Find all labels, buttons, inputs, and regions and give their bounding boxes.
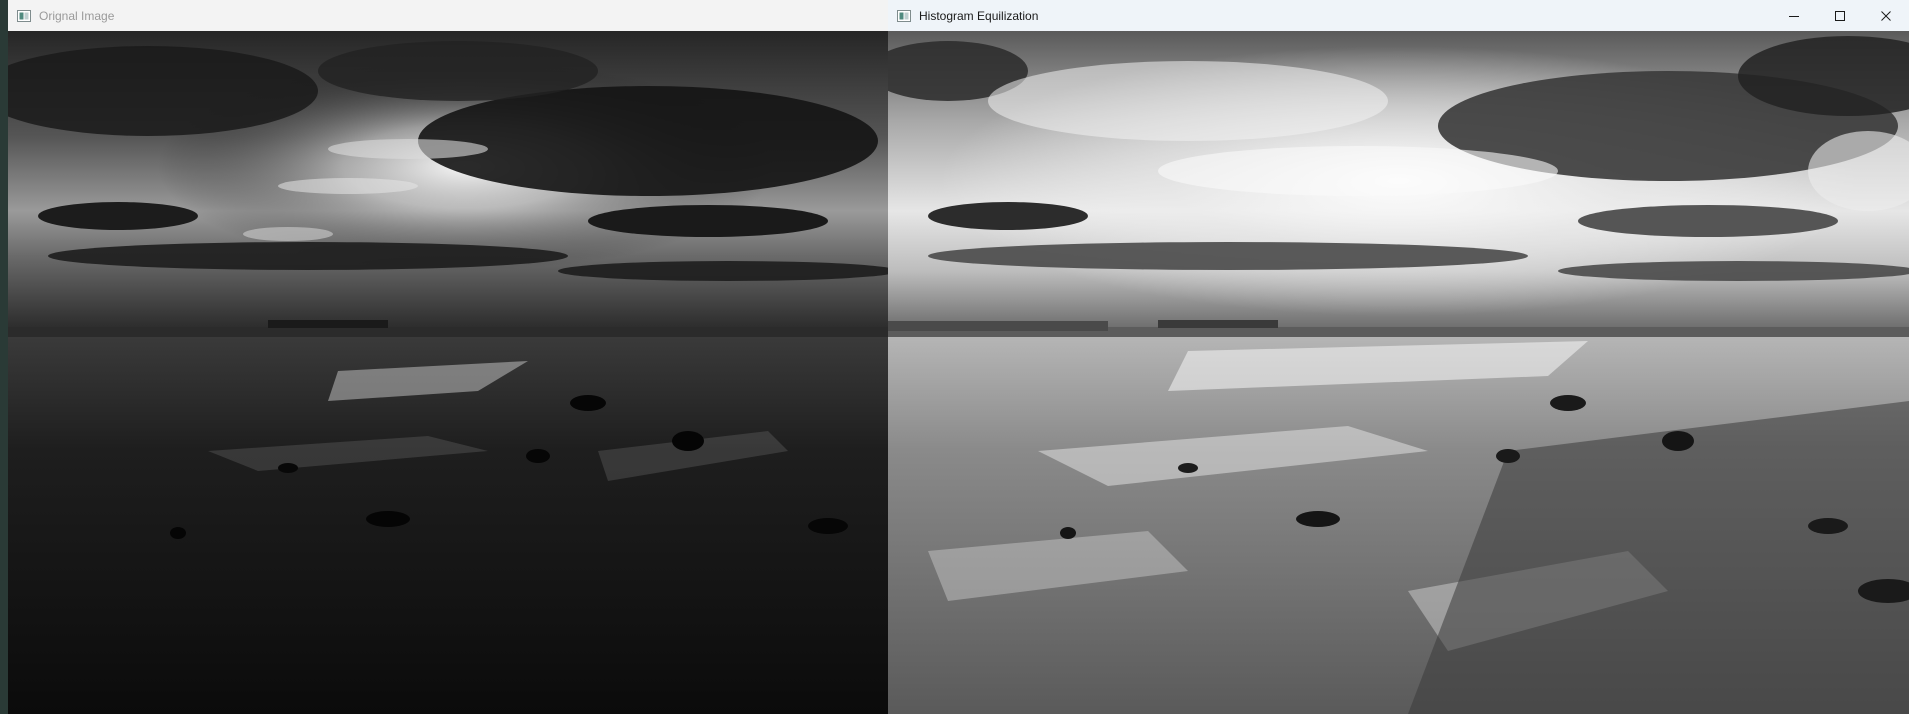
caption-buttons bbox=[1771, 0, 1909, 31]
original-image bbox=[8, 31, 888, 714]
image-window-icon bbox=[897, 9, 911, 22]
close-icon bbox=[1881, 10, 1891, 21]
desktop: Orignal Image Histogram Equilization bbox=[0, 0, 1909, 714]
original-window-title: Orignal Image bbox=[39, 8, 115, 23]
original-window-titlebar[interactable]: Orignal Image bbox=[8, 0, 888, 31]
equalization-window-title: Histogram Equilization bbox=[919, 8, 1039, 23]
minimize-button[interactable] bbox=[1771, 0, 1817, 31]
maximize-icon bbox=[1835, 10, 1845, 21]
original-image-window[interactable]: Orignal Image bbox=[0, 0, 888, 714]
maximize-button[interactable] bbox=[1817, 0, 1863, 31]
image-window-icon bbox=[17, 9, 31, 22]
equalized-image bbox=[888, 31, 1909, 714]
minimize-icon bbox=[1789, 15, 1799, 17]
histogram-equalization-window[interactable]: Histogram Equilization bbox=[888, 0, 1909, 714]
close-button[interactable] bbox=[1863, 0, 1909, 31]
equalization-window-titlebar[interactable]: Histogram Equilization bbox=[888, 0, 1909, 31]
